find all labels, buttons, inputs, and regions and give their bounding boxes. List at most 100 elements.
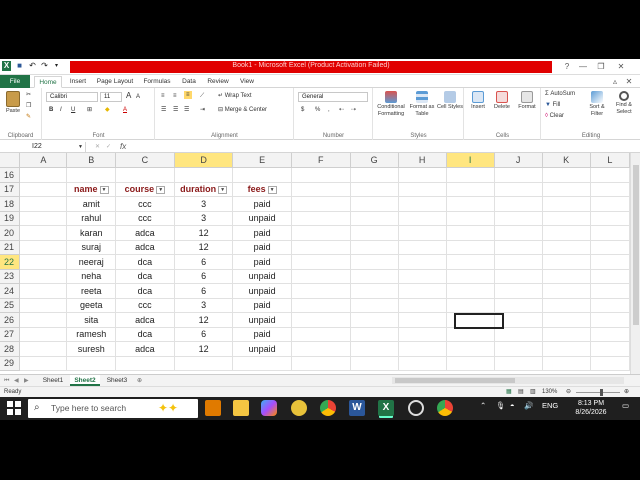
cell[interactable] [350,182,399,197]
cell[interactable] [446,240,495,255]
format-button[interactable]: Format [515,91,539,111]
table-cell[interactable]: adca [115,225,175,241]
grid-row[interactable]: 28 suresh adca 12 unpaid [0,341,630,357]
close-button[interactable]: ✕ [614,61,628,72]
cell[interactable] [494,356,543,371]
cell[interactable] [494,254,543,270]
grid-row[interactable]: 29 [0,356,630,371]
row-header[interactable]: 23 [0,269,21,284]
table-cell[interactable]: dca [115,283,175,299]
cell[interactable] [494,225,543,241]
tab-review[interactable]: Review [204,76,232,88]
cell[interactable] [542,196,591,212]
cell[interactable] [494,240,543,255]
row-header[interactable]: 29 [0,356,21,371]
tab-file[interactable]: File [0,75,30,88]
cell[interactable] [446,269,495,284]
underline-button[interactable]: U [71,106,75,114]
cell[interactable] [19,283,68,299]
table-cell[interactable]: unpaid [232,283,292,299]
cell[interactable] [590,254,630,270]
grid-row[interactable]: 24 reeta dca 6 unpaid [0,283,630,299]
cell[interactable] [350,298,399,313]
cell[interactable] [494,211,543,226]
microphone-icon[interactable]: 🎙 [496,401,506,410]
sublime-app-icon[interactable] [205,400,221,416]
row-header[interactable]: 17 [0,182,21,197]
cell[interactable] [590,298,630,313]
cell[interactable] [232,167,292,183]
cell[interactable] [542,341,591,357]
cell[interactable] [350,356,399,371]
table-cell[interactable]: paid [232,327,292,342]
page-break-view-icon[interactable]: ▥ [530,388,536,396]
table-cell[interactable]: paid [232,240,292,255]
cell[interactable] [590,283,630,299]
cell[interactable] [350,225,399,241]
vertical-scroll-thumb[interactable] [633,165,639,325]
cell[interactable] [398,341,447,357]
table-cell[interactable]: geeta [66,298,117,313]
cell[interactable] [291,356,351,371]
align-left-icon[interactable]: ☰ [161,106,166,114]
cell[interactable] [398,225,447,241]
cell[interactable] [66,356,117,371]
table-cell[interactable]: neeraj [66,254,117,270]
customize-qat-icon[interactable]: ▾ [52,61,61,71]
table-cell[interactable]: dca [115,269,175,284]
volume-icon[interactable]: 🔊 [524,401,533,410]
cell[interactable] [291,341,351,357]
cell[interactable] [542,182,591,197]
undo-icon[interactable]: ↶ [28,61,37,71]
cell[interactable] [350,211,399,226]
cell[interactable] [446,167,495,183]
cell[interactable] [494,341,543,357]
column-header-d[interactable]: D [174,153,234,168]
fill-button[interactable]: ▼ Fill [545,101,560,109]
cell[interactable] [542,312,591,328]
row-header[interactable]: 19 [0,211,21,226]
cell[interactable] [350,240,399,255]
cell[interactable] [19,341,68,357]
cell[interactable] [232,356,292,371]
save-icon[interactable]: ■ [15,61,24,71]
filter-dropdown-icon[interactable]: ▼ [267,185,277,194]
cell[interactable] [590,225,630,241]
cell[interactable] [542,211,591,226]
normal-view-icon[interactable]: ▦ [506,388,512,396]
cell[interactable] [590,167,630,183]
cell[interactable] [291,298,351,313]
cell[interactable] [19,182,68,197]
cell[interactable] [494,298,543,313]
align-right-icon[interactable]: ☰ [184,106,189,114]
italic-button[interactable]: I [60,106,62,114]
cell[interactable] [19,254,68,270]
table-cell[interactable]: 6 [174,283,234,299]
cell[interactable] [174,356,234,371]
redo-icon[interactable]: ↷ [40,61,49,71]
indent-icon[interactable]: ⇥ [200,106,205,114]
cell[interactable] [590,240,630,255]
zoom-slider[interactable] [576,392,620,393]
cell[interactable] [19,167,68,183]
help-icon[interactable]: ? [560,61,574,72]
tab-formulas[interactable]: Formulas [140,76,174,88]
tab-view[interactable]: View [236,76,258,88]
cell[interactable] [590,327,630,342]
currency-button[interactable]: $ [301,106,304,114]
grid-row[interactable]: 21 suraj adca 12 paid [0,240,630,255]
cell[interactable] [350,327,399,342]
cell[interactable] [19,196,68,212]
row-header[interactable]: 22 [0,254,21,270]
first-sheet-icon[interactable]: ⏮ [4,377,9,385]
table-cell[interactable]: neha [66,269,117,284]
format-painter-icon[interactable]: ✎ [26,113,31,121]
table-cell[interactable]: adca [115,341,175,357]
insert-function-button[interactable]: fx [120,141,126,153]
table-cell[interactable]: ramesh [66,327,117,342]
word-icon[interactable]: W [349,400,365,416]
delete-button[interactable]: Delete [491,91,513,111]
excel-taskbar-icon[interactable]: X [378,400,394,416]
filter-dropdown-icon[interactable]: ▼ [156,185,166,194]
cell[interactable] [542,167,591,183]
